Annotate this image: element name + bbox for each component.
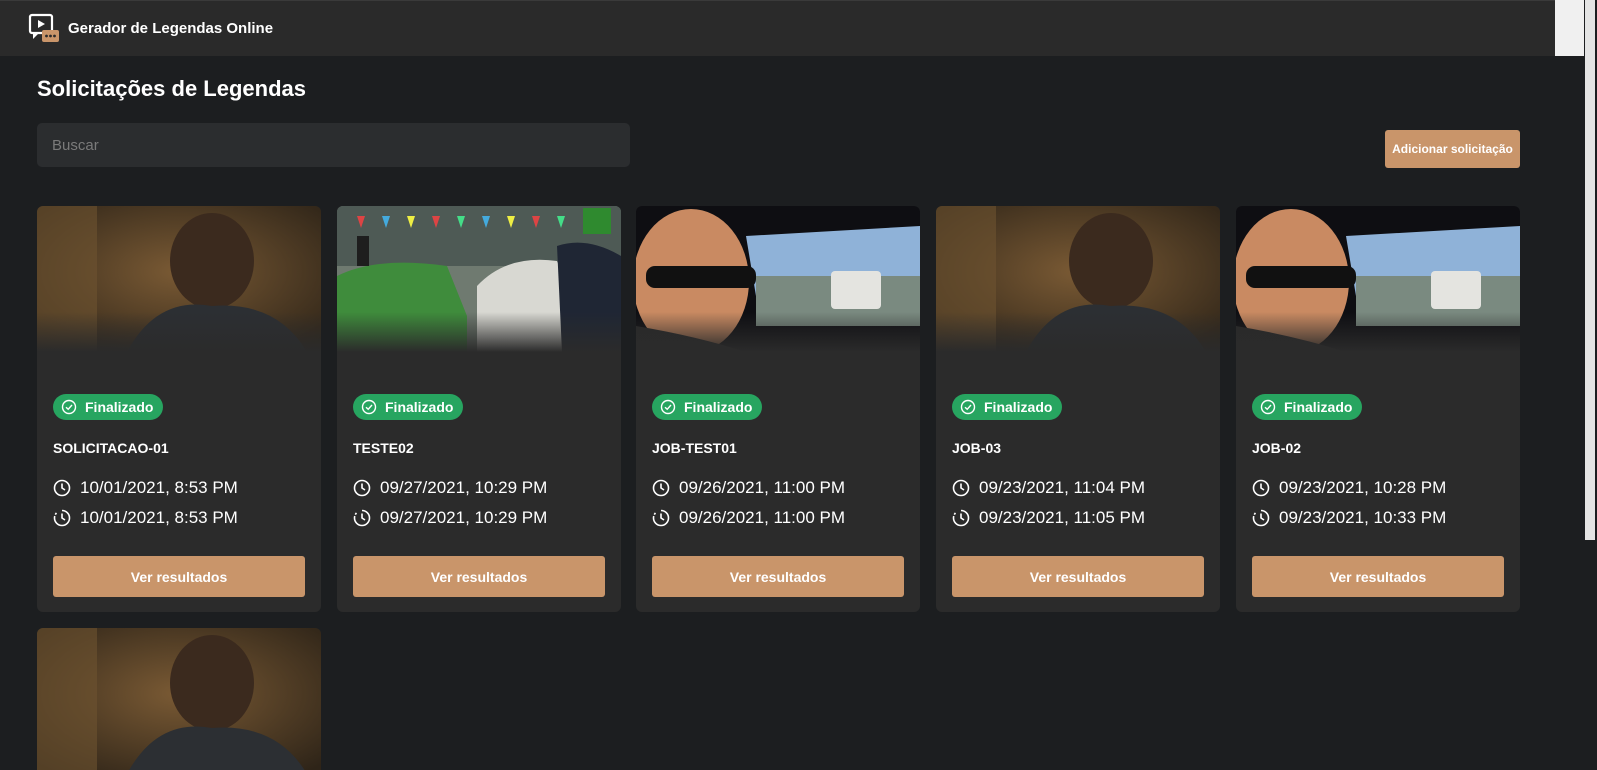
created-date-text: 09/23/2021, 10:28 PM	[1279, 478, 1447, 497]
clock-icon	[353, 479, 371, 497]
request-name: TESTE02	[353, 440, 414, 456]
status-badge: Finalizado	[53, 394, 164, 420]
request-card	[37, 628, 321, 770]
status-label: Finalizado	[1284, 399, 1353, 415]
status-badge: Finalizado	[652, 394, 763, 420]
status-badge: Finalizado	[353, 394, 464, 420]
request-card: Finalizado TESTE02 09/27/2021, 10:29 PM …	[337, 206, 621, 612]
clock-icon	[1252, 479, 1270, 497]
thumbnail-fade	[37, 312, 321, 352]
view-results-button[interactable]: Ver resultados	[353, 556, 605, 597]
created-date-text: 09/23/2021, 11:04 PM	[979, 478, 1146, 497]
created-date: 09/23/2021, 11:04 PM	[952, 478, 1145, 498]
subtitle-logo-icon	[28, 13, 59, 42]
clock-icon	[53, 479, 71, 497]
status-label: Finalizado	[684, 399, 753, 415]
created-date: 09/23/2021, 10:28 PM	[1252, 478, 1446, 498]
created-date-text: 10/01/2021, 8:53 PM	[80, 478, 238, 497]
status-badge: Finalizado	[1252, 394, 1363, 420]
created-date-text: 09/27/2021, 10:29 PM	[380, 478, 548, 497]
request-name: JOB-02	[1252, 440, 1302, 456]
updated-date: 09/23/2021, 11:05 PM	[952, 508, 1145, 528]
clock-history-icon	[652, 509, 670, 527]
search-input[interactable]	[37, 123, 630, 167]
clock-history-icon	[53, 509, 71, 527]
video-thumbnail[interactable]	[936, 206, 1220, 352]
clock-history-icon	[952, 509, 970, 527]
clock-history-icon	[1252, 509, 1270, 527]
thumbnail-fade	[337, 312, 621, 352]
check-circle-icon	[361, 399, 377, 415]
app-title: Gerador de Legendas Online	[68, 20, 274, 37]
check-circle-icon	[1260, 399, 1276, 415]
request-card: Finalizado JOB-TEST01 09/26/2021, 11:00 …	[636, 206, 920, 612]
created-date: 09/26/2021, 11:00 PM	[652, 478, 845, 498]
add-request-button[interactable]: Adicionar solicitação	[1385, 130, 1520, 168]
updated-date: 10/01/2021, 8:53 PM	[53, 508, 238, 528]
updated-date: 09/27/2021, 10:29 PM	[353, 508, 547, 528]
request-name: JOB-03	[952, 440, 1002, 456]
clock-history-icon	[353, 509, 371, 527]
status-label: Finalizado	[984, 399, 1053, 415]
updated-date-text: 09/26/2021, 11:00 PM	[679, 508, 846, 527]
clock-icon	[952, 479, 970, 497]
scrollbar[interactable]	[1584, 0, 1597, 770]
updated-date: 09/23/2021, 10:33 PM	[1252, 508, 1446, 528]
video-thumbnail[interactable]	[337, 206, 621, 352]
updated-date-text: 09/27/2021, 10:29 PM	[380, 508, 548, 527]
page-title: Solicitações de Legendas	[37, 76, 306, 101]
updated-date: 09/26/2021, 11:00 PM	[652, 508, 845, 528]
request-card: Finalizado SOLICITACAO-01 10/01/2021, 8:…	[37, 206, 321, 612]
request-card: Finalizado JOB-02 09/23/2021, 10:28 PM 0…	[1236, 206, 1520, 612]
status-badge: Finalizado	[952, 394, 1063, 420]
clock-icon	[652, 479, 670, 497]
updated-date-text: 10/01/2021, 8:53 PM	[80, 508, 238, 527]
created-date: 10/01/2021, 8:53 PM	[53, 478, 238, 498]
thumbnail-fade	[636, 312, 920, 352]
thumbnail-fade	[936, 312, 1220, 352]
view-results-button[interactable]: Ver resultados	[652, 556, 904, 597]
status-label: Finalizado	[385, 399, 454, 415]
created-date: 09/27/2021, 10:29 PM	[353, 478, 547, 498]
check-circle-icon	[660, 399, 676, 415]
scrollbar-thumb[interactable]	[1585, 0, 1595, 540]
video-thumbnail[interactable]	[636, 206, 920, 352]
video-thumbnail[interactable]	[1236, 206, 1520, 352]
video-thumbnail[interactable]	[37, 628, 321, 770]
top-bar: Gerador de Legendas Online	[0, 0, 1555, 56]
view-results-button[interactable]: Ver resultados	[53, 556, 305, 597]
view-results-button[interactable]: Ver resultados	[952, 556, 1204, 597]
created-date-text: 09/26/2021, 11:00 PM	[679, 478, 846, 497]
view-results-button[interactable]: Ver resultados	[1252, 556, 1504, 597]
request-name: JOB-TEST01	[652, 440, 737, 456]
window-edge	[1555, 0, 1584, 56]
status-label: Finalizado	[85, 399, 154, 415]
request-name: SOLICITACAO-01	[53, 440, 169, 456]
check-circle-icon	[61, 399, 77, 415]
check-circle-icon	[960, 399, 976, 415]
video-thumbnail[interactable]	[37, 206, 321, 352]
request-card: Finalizado JOB-03 09/23/2021, 11:04 PM 0…	[936, 206, 1220, 612]
thumbnail-fade	[1236, 312, 1520, 352]
updated-date-text: 09/23/2021, 11:05 PM	[979, 508, 1146, 527]
updated-date-text: 09/23/2021, 10:33 PM	[1279, 508, 1447, 527]
